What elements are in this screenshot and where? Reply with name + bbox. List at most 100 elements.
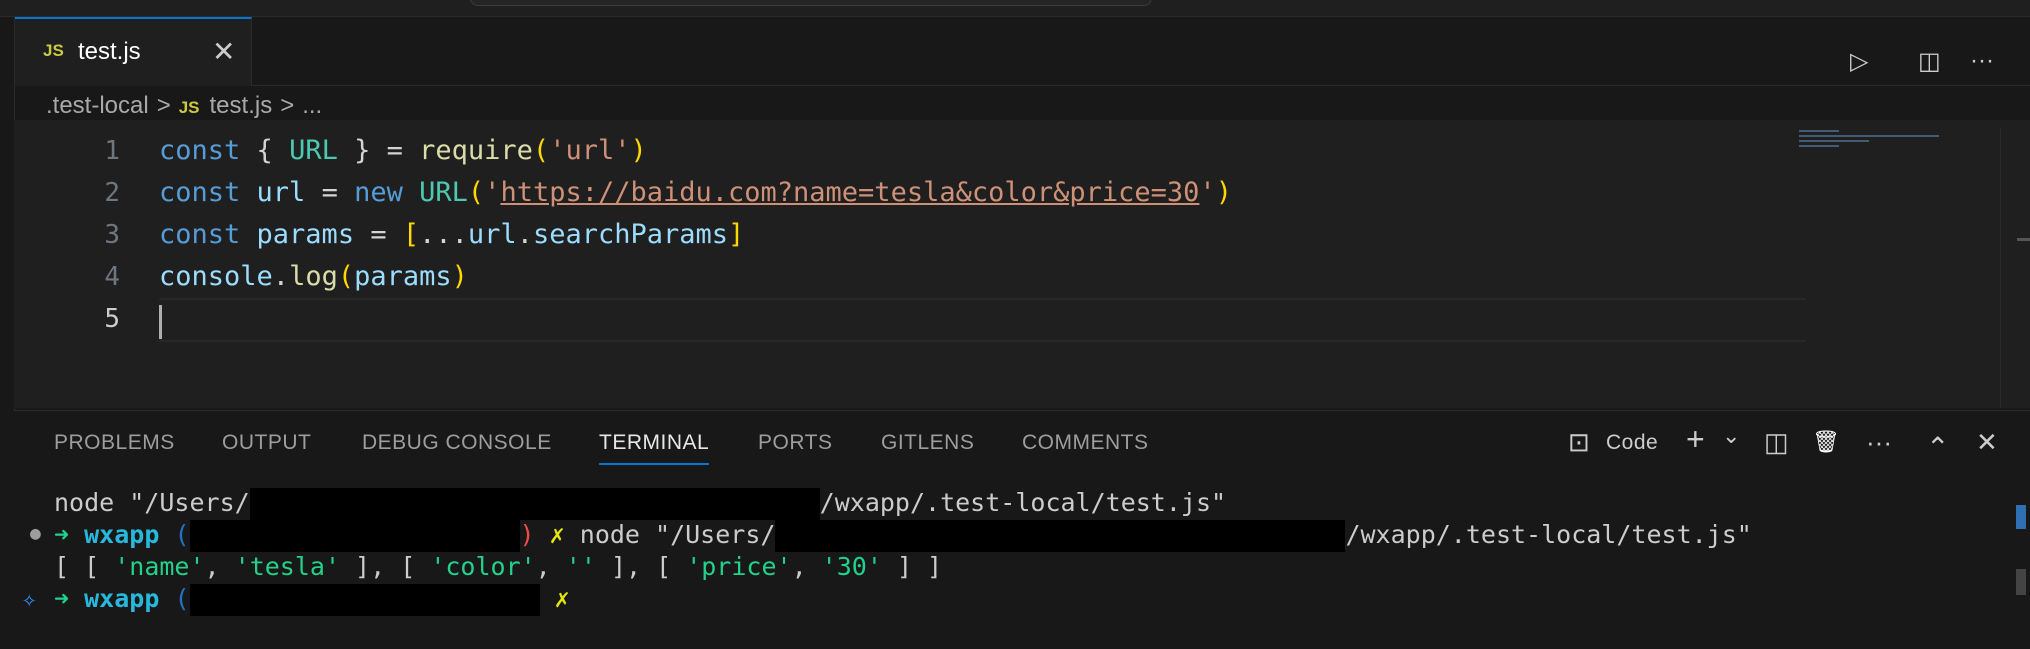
token: = bbox=[305, 177, 355, 208]
tab-test-js[interactable]: JS test.js ✕ bbox=[15, 17, 252, 86]
scroll-thumb[interactable] bbox=[2016, 569, 2026, 595]
terminal-line: ➜ wxapp ( ✗ bbox=[54, 583, 570, 616]
tab-gitlens[interactable]: GITLENS bbox=[881, 431, 974, 455]
terminal-text: /wxapp/.test-local/test.js" bbox=[1345, 520, 1752, 549]
token: } = bbox=[337, 135, 420, 166]
terminal-string: 'tesla' bbox=[234, 552, 340, 581]
token: const bbox=[159, 177, 241, 208]
git-paren: ) bbox=[519, 520, 535, 549]
redaction bbox=[189, 584, 540, 616]
token: ( bbox=[467, 177, 485, 208]
token: ) bbox=[451, 261, 468, 292]
chevron-down-icon[interactable]: ⌄ bbox=[1722, 423, 1740, 449]
redaction bbox=[249, 488, 820, 520]
terminal-text: , bbox=[204, 552, 235, 581]
token: 'url' bbox=[549, 135, 631, 166]
sparkle-icon[interactable]: ✧ bbox=[22, 585, 36, 613]
close-icon[interactable]: ✕ bbox=[212, 35, 235, 68]
token: ' bbox=[484, 177, 501, 208]
token: console bbox=[159, 261, 273, 292]
chevron-right-icon: > bbox=[280, 92, 295, 119]
url-link[interactable]: https://baidu.com?name=tesla&color&price… bbox=[500, 177, 1199, 208]
more-actions-icon[interactable]: ··· bbox=[1970, 47, 1994, 75]
token: [ bbox=[402, 219, 420, 250]
prompt-arrow: ➜ bbox=[54, 520, 70, 549]
tab-label: test.js bbox=[78, 38, 141, 65]
add-terminal-icon[interactable]: + bbox=[1686, 421, 1705, 458]
token: ... bbox=[419, 219, 468, 250]
git-dirty-mark: ✗ bbox=[549, 520, 565, 549]
code-editor[interactable]: 1 2 3 4 5 const { URL } = require('url')… bbox=[14, 120, 2030, 408]
trash-icon[interactable]: 🗑 bbox=[1812, 429, 1840, 455]
token: const bbox=[159, 135, 241, 166]
command-center-search[interactable] bbox=[470, 0, 1152, 6]
tab-problems[interactable]: PROBLEMS bbox=[54, 431, 175, 455]
breadcrumb-file[interactable]: test.js bbox=[210, 92, 273, 119]
terminal-line: node "/Users/ /wxapp/.test-local/test.js" bbox=[54, 487, 1226, 520]
activity-bar-edge bbox=[0, 17, 15, 648]
terminal-line: [ [ 'name', 'tesla' ], [ 'color', '' ], … bbox=[54, 551, 942, 583]
git-paren: ( bbox=[174, 520, 190, 549]
redaction bbox=[775, 520, 1346, 552]
git-paren: ( bbox=[174, 584, 190, 613]
text-cursor bbox=[159, 305, 162, 339]
prompt-dir: wxapp bbox=[84, 584, 160, 613]
breadcrumb-folder[interactable]: .test-local bbox=[46, 92, 149, 119]
title-bar bbox=[0, 0, 2030, 17]
terminal-string: 'color' bbox=[430, 552, 536, 581]
code-line-4: console.log(params) bbox=[159, 256, 468, 298]
editor-tab-bar: JS test.js ✕ ▷ ◫ ··· bbox=[0, 17, 2030, 86]
maximize-panel-icon[interactable]: ⌃ bbox=[1926, 431, 1949, 464]
more-actions-icon[interactable]: ··· bbox=[1866, 427, 1892, 458]
line-number: 4 bbox=[104, 262, 120, 292]
split-terminal-icon[interactable]: ◫ bbox=[1764, 427, 1789, 458]
token: ] bbox=[728, 219, 745, 250]
tab-ports[interactable]: PORTS bbox=[758, 431, 832, 455]
terminal-string: '30' bbox=[821, 552, 882, 581]
token: const bbox=[159, 219, 241, 250]
token: require bbox=[419, 135, 533, 166]
token: params bbox=[354, 261, 452, 292]
command-decoration-icon[interactable]: ● bbox=[30, 523, 41, 544]
run-icon[interactable]: ▷ bbox=[1850, 47, 1868, 76]
split-editor-icon[interactable]: ◫ bbox=[1918, 47, 1941, 76]
terminal-icon[interactable]: ⊡ bbox=[1568, 427, 1590, 458]
terminal-text: node "/Users/ bbox=[54, 488, 250, 517]
javascript-file-icon: JS bbox=[43, 41, 64, 60]
tab-comments[interactable]: COMMENTS bbox=[1022, 431, 1149, 455]
terminal-text: node "/Users/ bbox=[579, 520, 776, 549]
token: ) bbox=[1215, 177, 1232, 208]
terminal-string: 'name' bbox=[114, 552, 205, 581]
minimap[interactable] bbox=[1799, 130, 1949, 160]
token: log bbox=[289, 261, 338, 292]
terminal-line: ➜ wxapp () ✗ node "/Users/ /wxapp/.test-l… bbox=[54, 519, 1752, 552]
breadcrumb-symbol[interactable]: ... bbox=[302, 92, 322, 119]
prompt-arrow: ➜ bbox=[54, 584, 70, 613]
terminal-string: '' bbox=[565, 552, 596, 581]
tab-output[interactable]: OUTPUT bbox=[222, 431, 311, 455]
terminal-text: ], [ bbox=[340, 552, 431, 581]
terminal-string: 'price' bbox=[686, 552, 792, 581]
terminal-scrollbar[interactable] bbox=[2000, 491, 2030, 641]
tab-terminal[interactable]: TERMINAL bbox=[599, 431, 710, 465]
terminal-text: ] ] bbox=[881, 552, 943, 581]
code-line-2: const url = new URL('https://baidu.com?n… bbox=[159, 172, 1232, 214]
close-panel-icon[interactable]: ✕ bbox=[1976, 427, 1998, 458]
token: ( bbox=[532, 135, 550, 166]
editor-scrollbar[interactable] bbox=[2000, 128, 2030, 408]
terminal-text: , bbox=[791, 552, 822, 581]
terminal-shell-label[interactable]: Code bbox=[1606, 431, 1658, 455]
line-number: 1 bbox=[104, 136, 120, 166]
breadcrumb: .test-local > JS test.js >... bbox=[46, 92, 330, 120]
token: url bbox=[240, 177, 306, 208]
token: . bbox=[272, 261, 290, 292]
token: ' bbox=[1199, 177, 1216, 208]
line-number: 3 bbox=[104, 220, 120, 250]
redaction bbox=[189, 520, 520, 552]
token: new bbox=[354, 177, 403, 208]
token: { bbox=[240, 135, 290, 166]
token: ( bbox=[337, 261, 355, 292]
git-dirty-mark: ✗ bbox=[554, 584, 570, 613]
tab-debug-console[interactable]: DEBUG CONSOLE bbox=[362, 431, 552, 455]
code-line-3: const params = [...url.searchParams] bbox=[159, 214, 744, 256]
